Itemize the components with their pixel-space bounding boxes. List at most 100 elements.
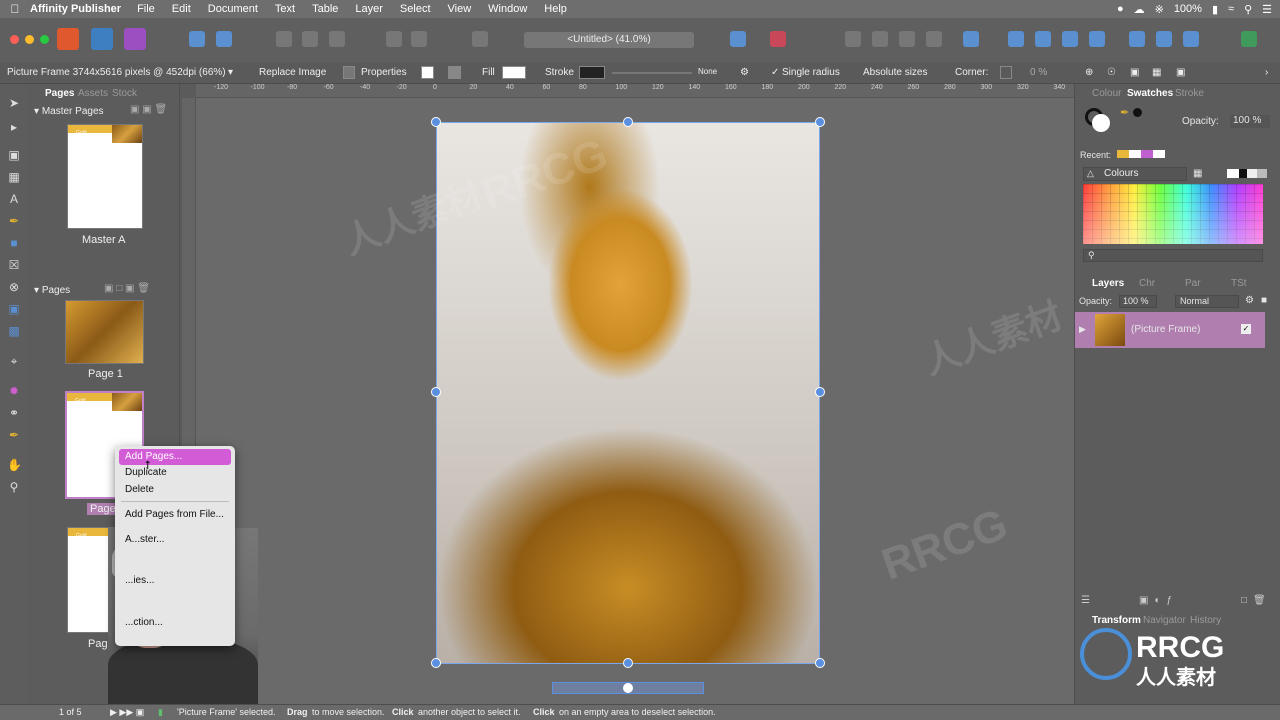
swatch-search-field[interactable]: ⚲ [1083,249,1263,262]
master-pages-header[interactable]: ▾ Master Pages [34,106,104,117]
zoom-window-button[interactable] [40,35,49,44]
layer-view-icon[interactable]: ▣ [1130,67,1139,78]
greyscale-swatches[interactable] [1227,169,1267,178]
pen-tool-icon[interactable]: ✒ [7,214,21,228]
tab-navigator[interactable]: Navigator [1143,615,1186,626]
scale-slider-knob[interactable] [623,683,633,693]
single-radius-checkbox[interactable]: ✓ [771,67,779,78]
ellipse-frame-tool-icon[interactable]: ⊗ [7,280,21,294]
boolean-intersect-icon[interactable] [1183,31,1199,47]
layer-fx-icons[interactable]: ▣◐ƒ [1139,595,1178,606]
palette-dropdown[interactable]: Colours [1083,167,1187,181]
menu-table[interactable]: Table [312,3,338,15]
menu-file[interactable]: File [137,3,155,15]
resize-handle-right[interactable] [815,387,825,397]
opacity-field[interactable]: 100 % [1230,115,1270,128]
speech-bubble-icon[interactable] [472,31,488,47]
preview-icon[interactable] [302,31,318,47]
menu-layer[interactable]: Layer [355,3,383,15]
picture-frame-tool-icon[interactable]: ☒ [7,258,21,272]
tab-layers[interactable]: Layers [1092,278,1124,289]
menu-text[interactable]: Text [275,3,295,15]
fill-colour-well[interactable] [1092,114,1110,132]
section-menu-item[interactable]: ...ction... [119,615,231,631]
tab-swatches[interactable]: Swatches [1127,88,1173,99]
master-a-thumbnail[interactable]: Gold [67,124,143,229]
zoom-tool-icon[interactable]: ⚲ [7,480,21,494]
view-mode-icon[interactable] [276,31,292,47]
align-icon[interactable] [963,31,979,47]
insert-icon[interactable] [730,31,746,47]
snapping-icon[interactable] [386,31,402,47]
bleed-icon[interactable] [329,31,345,47]
tab-history[interactable]: History [1190,615,1221,626]
palette-options-icon[interactable]: ▦ [1193,168,1202,179]
snap-options-icon[interactable] [411,31,427,47]
tab-stock[interactable]: Stock [112,88,137,99]
resize-handle-top[interactable] [623,117,633,127]
layer-row-picture-frame[interactable]: ▶ (Picture Frame) ✓ [1075,312,1265,348]
preflight-icon[interactable] [216,31,232,47]
eyedropper-icon[interactable]: ✒ [1120,106,1129,119]
menu-window[interactable]: Window [488,3,527,15]
transparency-tool-icon[interactable]: ▩ [7,324,21,338]
tab-stroke[interactable]: Stroke [1175,88,1204,99]
page-nav-icons[interactable]: ▶ ▶▶ ▣ [110,707,144,718]
color-picker-tool-icon[interactable]: ✹ [7,384,21,398]
creative-cloud-icon[interactable]: ☁ [1134,3,1145,16]
share-icon[interactable] [189,31,205,47]
properties-button[interactable]: Properties [361,67,407,78]
text-frame-tool-icon[interactable]: ▣ [7,148,21,162]
place-image-tool-icon[interactable]: ▣ [7,302,21,316]
boolean-subtract-icon[interactable] [1156,31,1172,47]
resize-handle-top-right[interactable] [815,117,825,127]
lock-icon[interactable]: ■ [1261,295,1267,306]
canvas[interactable] [196,98,1074,704]
fill-swatch[interactable] [502,66,526,79]
properties-menu-item[interactable]: ...ies... [119,573,231,589]
control-center-icon[interactable]: ☰ [1262,3,1272,16]
resize-handle-bottom[interactable] [623,658,633,668]
more-icon[interactable]: › [1265,67,1268,78]
resize-handle-left[interactable] [431,387,441,397]
layer-add-delete-icons[interactable]: □🗑 [1241,595,1272,606]
add-pages-menu-item[interactable]: Add Pages... [119,449,231,465]
tab-pages[interactable]: Pages [45,88,74,99]
resize-handle-top-left[interactable] [431,117,441,127]
corner-type-dropdown[interactable] [1000,66,1012,79]
delete-menu-item[interactable]: Delete [119,482,231,498]
tab-text-styles[interactable]: TSt [1231,278,1247,289]
menu-help[interactable]: Help [544,3,567,15]
photo-persona-icon[interactable] [124,28,146,50]
frame-scale-icon[interactable] [448,66,461,79]
arrange-bottom-icon[interactable] [926,31,942,47]
layer-actions-icon[interactable]: ☰ [1081,595,1090,606]
arrange-back-icon[interactable] [899,31,915,47]
menu-select[interactable]: Select [400,3,431,15]
colour-swatch-grid[interactable] [1083,184,1263,244]
rectangle-tool-icon[interactable]: ■ [7,236,21,250]
record-icon[interactable]: ● [1117,3,1124,15]
app-menu[interactable]: Affinity Publisher [30,3,121,15]
table-tool-icon[interactable]: ▦ [7,170,21,184]
snapping-target-icon[interactable]: ⊕ [1085,67,1093,78]
rotate-right-icon[interactable] [1089,31,1105,47]
fill-tool-icon[interactable]: ⚭ [7,406,21,420]
account-icon[interactable] [1241,31,1257,47]
stroke-width-slider[interactable] [612,72,692,74]
frame-fit-icon[interactable] [421,66,434,79]
recent-swatches[interactable] [1117,150,1165,158]
view-icon[interactable]: ☉ [1107,67,1116,78]
node-tool-icon[interactable]: ▸ [7,120,21,134]
crop-tool-icon[interactable]: ⌖ [7,354,21,368]
arrange-icon[interactable] [845,31,861,47]
publisher-persona-icon[interactable] [57,28,79,50]
move-tool-icon[interactable]: ➤ [7,96,21,110]
layer-visibility-checkbox[interactable]: ✓ [1241,324,1251,334]
flip-horizontal-icon[interactable] [1008,31,1024,47]
tab-character[interactable]: Chr [1139,278,1155,289]
apple-icon[interactable]:  [0,2,30,16]
rotate-left-icon[interactable] [1062,31,1078,47]
replace-image-button[interactable]: Replace Image [259,67,326,78]
arrange-forward-icon[interactable] [872,31,888,47]
